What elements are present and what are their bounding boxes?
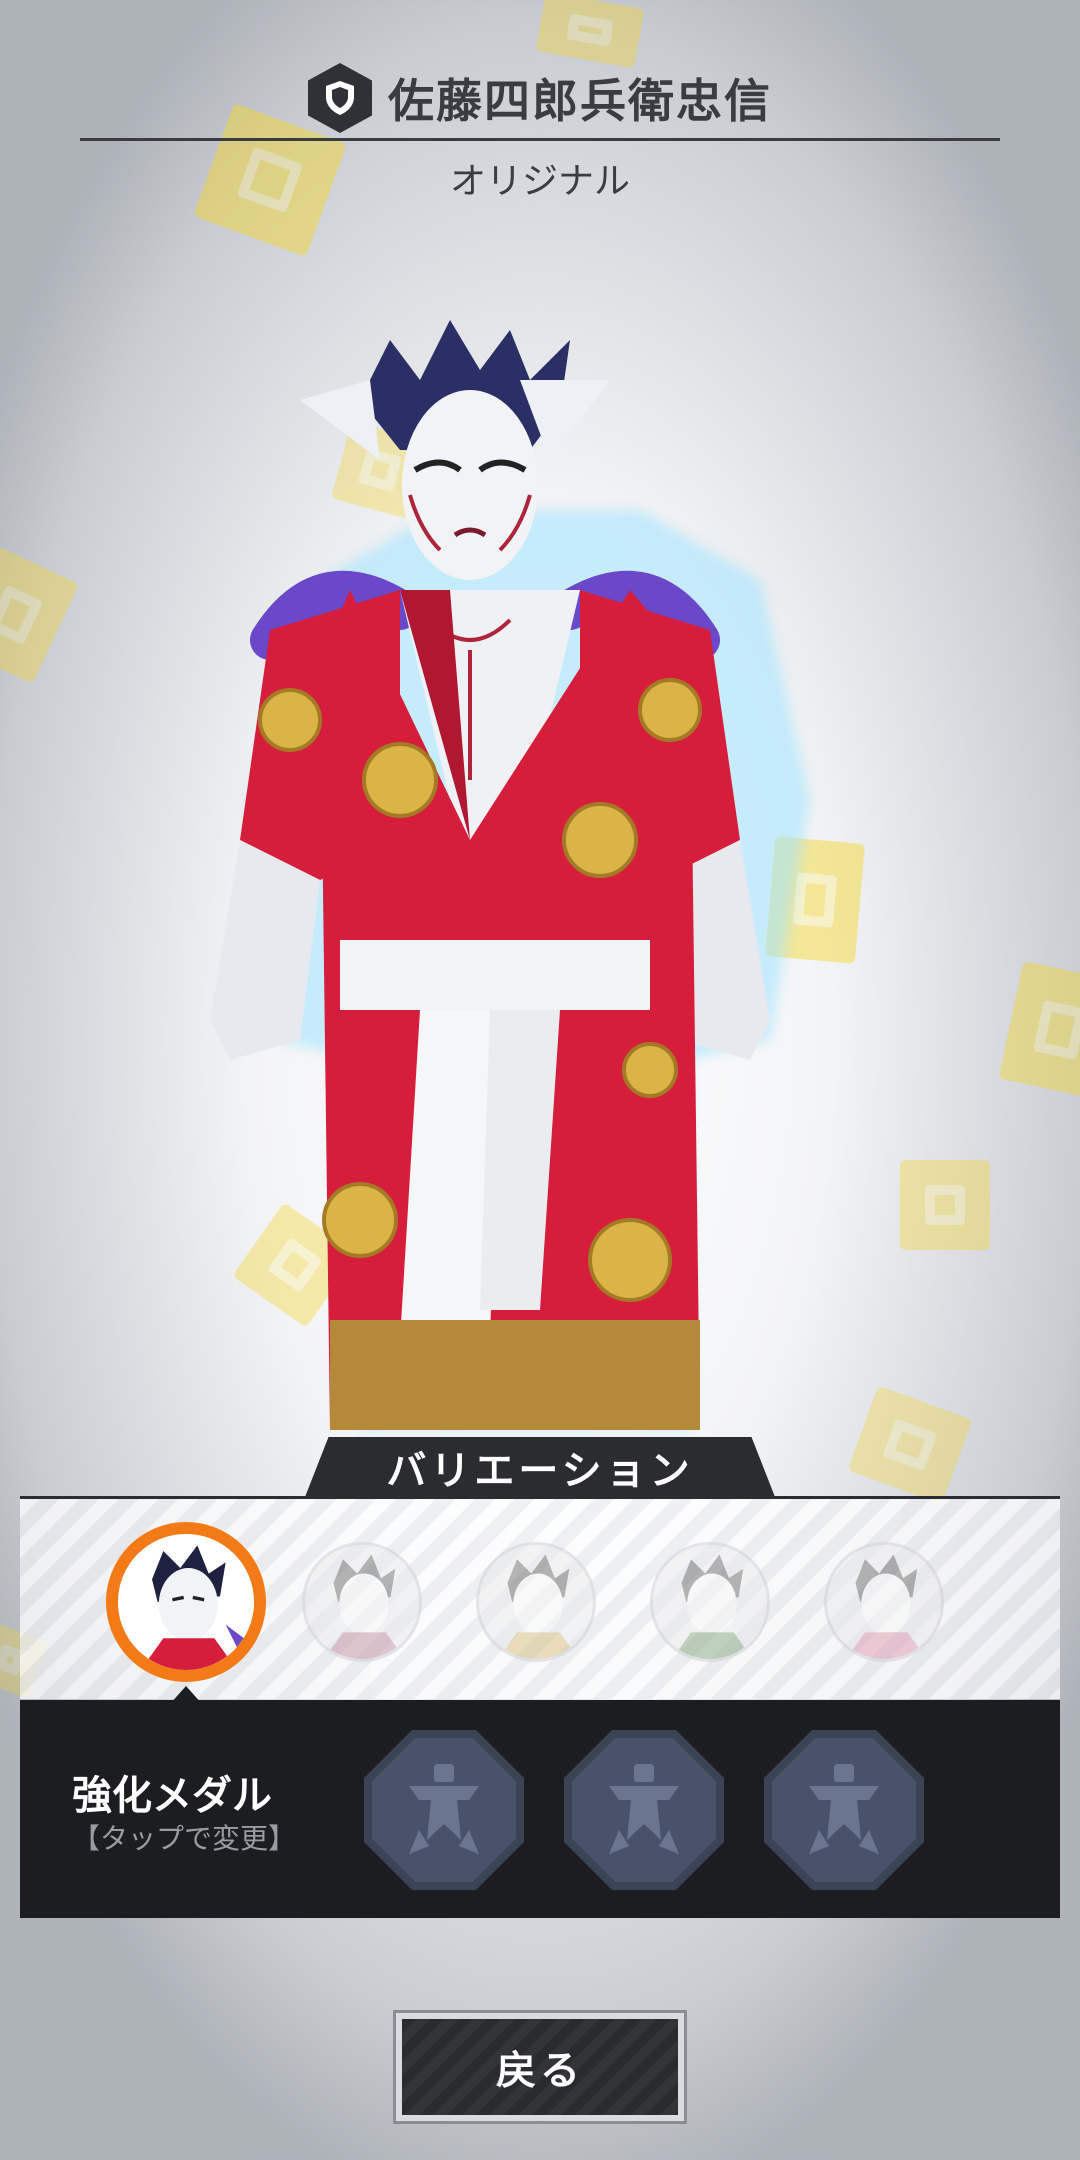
medal-slot-3[interactable] xyxy=(764,1730,924,1890)
variation-item-2[interactable] xyxy=(302,1542,422,1662)
medal-title: 強化メダル xyxy=(72,1773,272,1819)
variation-portrait-icon xyxy=(498,1554,579,1659)
header-divider xyxy=(80,138,1000,141)
medal-hint: 【タップで変更】 xyxy=(72,1822,297,1855)
back-button[interactable]: 戻る xyxy=(393,2010,687,2124)
variant-subtitle: オリジナル xyxy=(449,161,630,202)
medal-slot-2[interactable] xyxy=(564,1730,724,1890)
variation-item-3[interactable] xyxy=(476,1542,596,1662)
back-button-label: 戻る xyxy=(402,2019,678,2115)
empty-medal-icon xyxy=(409,1764,479,1854)
variation-item-4[interactable] xyxy=(650,1542,770,1662)
variation-tab: バリエーション xyxy=(305,1437,775,1497)
empty-medal-icon xyxy=(809,1764,879,1854)
variation-portrait-icon xyxy=(672,1554,753,1659)
variation-portrait-icon xyxy=(118,1534,254,1670)
empty-medal-icon xyxy=(609,1764,679,1854)
character-header: 佐藤四郎兵衛忠信 xyxy=(0,58,1080,138)
variation-item-5[interactable] xyxy=(824,1542,944,1662)
variation-item-1[interactable] xyxy=(106,1522,266,1682)
medal-slot-1[interactable] xyxy=(364,1730,524,1890)
variation-portrait-icon xyxy=(846,1554,927,1659)
shield-icon xyxy=(308,63,372,133)
character-name: 佐藤四郎兵衛忠信 xyxy=(388,74,772,128)
variation-portrait-icon xyxy=(324,1554,405,1659)
